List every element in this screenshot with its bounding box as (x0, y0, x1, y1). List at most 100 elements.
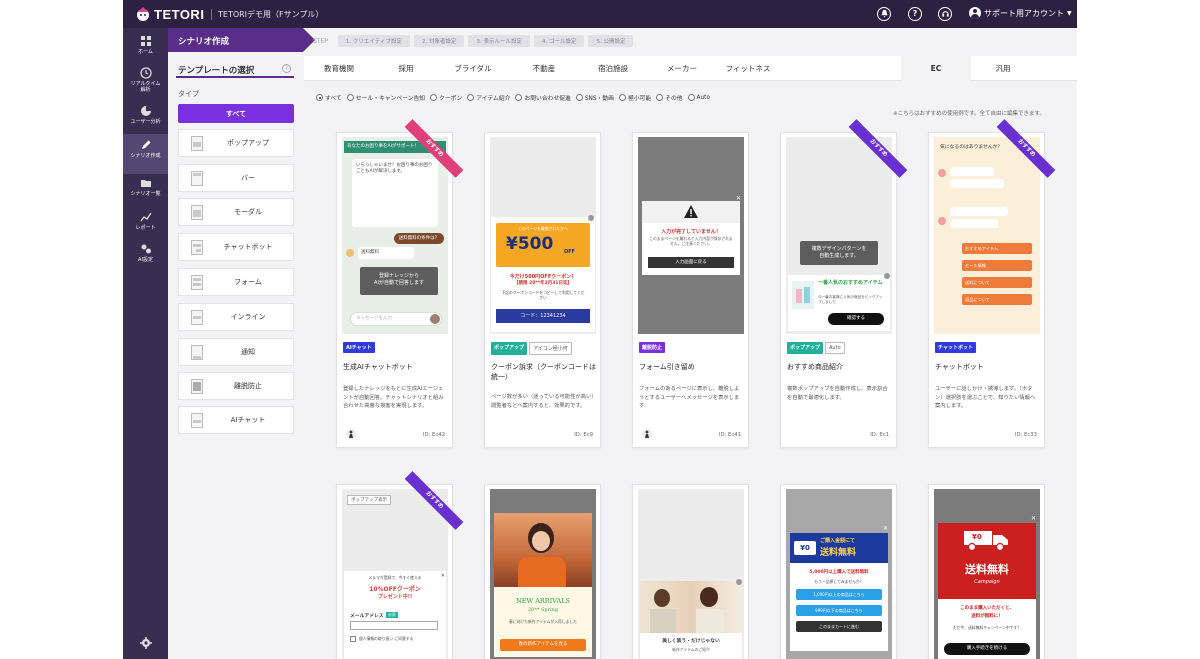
type-modal-button[interactable]: モーダル (178, 198, 294, 226)
project-name[interactable]: TETORIデモ用（Fサンプル） (211, 9, 323, 20)
tab-maker[interactable]: メーカー (647, 56, 717, 81)
tab-recruit[interactable]: 採用 (371, 56, 441, 81)
template-preview: 気になるのはありませんか？ おすすめアイテム セール情報 送料について 返品につ… (934, 137, 1040, 334)
nav-item-ai-settings[interactable]: AI設定 (123, 238, 168, 278)
tag-minimizable: アイコン極小可 (529, 342, 572, 355)
nav-label: ホーム (138, 49, 153, 55)
tag-ai-chat: AIチャット (343, 342, 375, 353)
radio (656, 94, 664, 101)
filter-inquiry[interactable]: お問い合わせ促進 (515, 93, 571, 102)
product-title: 一番人気のおすすめアイテム (818, 280, 883, 286)
preview-greeting: いらっしゃいませ！お困り事のお困りごともAIが解決します。 (352, 159, 438, 227)
filter-other[interactable]: その他 (656, 93, 683, 102)
left-nav: ホーム リアルタイム 解析 ユーザー分析 シナリオ作成 シナリオ一覧 レポート … (123, 28, 168, 659)
top-bar: TETORI TETORIデモ用（Fサンプル） ? サポート用アカウント ▼ (123, 0, 1077, 28)
card-id: ID: Ec41 (718, 432, 741, 438)
email-label: メールアドレス (350, 614, 384, 619)
tab-fitness[interactable]: フィットネス (713, 56, 783, 81)
tab-lodging[interactable]: 宿泊施設 (578, 56, 648, 81)
help-icon[interactable]: ? (282, 64, 291, 73)
campaign-desc: ただ今、送料無料キャンペーン中です！ (952, 625, 1022, 630)
type-bar-button[interactable]: バー (178, 164, 294, 192)
warning-icon (684, 205, 698, 218)
template-card[interactable]: 美しく装う・だけじゃない 新作アイテムのご紹介 (632, 484, 749, 659)
filter-coupon[interactable]: クーポン (430, 93, 462, 102)
coupon-line3: 下記のクーポンコードをコピーして利用してください (501, 290, 585, 300)
template-card[interactable]: NEW ARRIVALS 20** Spring 春に向けた新作アイテムが入荷し… (484, 484, 601, 659)
exit-prevention-thumb-icon (191, 379, 203, 394)
card-footer: ID: Ec41 (639, 429, 745, 441)
template-card[interactable]: 複数デザインパターンを 自動生成します。 一番人気のおすすめアイテム 今一番お客… (780, 119, 908, 448)
template-card[interactable]: このページを離脱された方へ ¥500 OFF 今だけ500円OFFクーポン！ 【… (484, 132, 601, 448)
filter-sale[interactable]: セール・キャンペーン告知 (346, 93, 425, 102)
banner-line: 美しく装う・だけじゃない (662, 639, 720, 644)
filter-all[interactable]: すべて (316, 93, 342, 102)
type-label: バー (241, 174, 255, 182)
card-tags: ポップアップ アイコン極小可 (491, 342, 572, 355)
shipping-line1: ご購入金額にて (820, 538, 856, 544)
notification-bell-icon[interactable] (877, 7, 891, 21)
radio (687, 94, 695, 101)
person-icon (346, 429, 356, 439)
app-window: TETORI TETORIデモ用（Fサンプル） ? サポート用アカウント ▼ ホ… (123, 0, 1077, 659)
tab-real-estate[interactable]: 不動産 (509, 56, 579, 81)
nav-item-realtime[interactable]: リアルタイム 解析 (123, 62, 168, 102)
type-popup-button[interactable]: ポップアップ (178, 129, 294, 157)
radio (515, 94, 523, 101)
line-chart-icon (139, 212, 152, 222)
type-inline-button[interactable]: インライン (178, 303, 294, 331)
nav-label: レポート (135, 225, 156, 231)
template-card[interactable]: ¥0 ご購入金額にて 送料無料 5,000円以上購入で送料無料 もう一品探してみ… (780, 484, 897, 659)
logo[interactable]: TETORI (135, 6, 204, 22)
chat-option: 送料について (962, 277, 1032, 288)
bot-avatar-icon (938, 169, 946, 177)
gear-icon[interactable] (140, 637, 152, 649)
card-id: ID: Ec1 (870, 432, 889, 438)
template-card[interactable]: ✕ 入力が完了していません！ このままページを離れると入力内容が保存されません。… (632, 132, 749, 448)
step-2[interactable]: 2. 対象者設定 (413, 35, 465, 47)
nav-item-scenario-create[interactable]: シナリオ作成 (123, 134, 168, 174)
signup-line1: メルマガ登録で、今すぐ使える (368, 575, 422, 580)
filter-label: クーポン (439, 96, 463, 102)
step-1[interactable]: 1. クリエイティブ設定 (337, 35, 410, 47)
template-card[interactable]: あなたのお困り事をAIがサポート！ いらっしゃいませ！お困り事のお困りごともAI… (336, 119, 464, 448)
chat-option: セール情報 (962, 260, 1032, 271)
tab-ec[interactable]: EC (901, 56, 971, 81)
type-exit-prevention-button[interactable]: 離脱防止 (178, 372, 294, 400)
card-title: フォーム引き留め (639, 363, 695, 371)
card-tags: ポップアップ Auto (787, 342, 845, 354)
type-chatbot-button[interactable]: チャットボット (178, 233, 294, 261)
filter-auto[interactable]: Auto (687, 94, 710, 101)
card-desc: 複数ポップアップを自動作成し、表示割合を自動で最適化します。 (787, 386, 888, 401)
card-desc: 登録したナレッジをもとに生成AIエージェントが自動回答。チャットシナリオと組み合… (343, 386, 444, 409)
nav-label: ユーザー分析 (130, 119, 161, 125)
tab-education[interactable]: 教育機関 (304, 56, 374, 81)
type-all-button[interactable]: すべて (178, 104, 294, 123)
tab-bridal[interactable]: ブライダル (438, 56, 508, 81)
step-4[interactable]: 4. ゴール設定 (533, 35, 585, 47)
template-card[interactable]: ポップアップ表示 メルマガ登録で、今すぐ使える 10%OFFクーポン プレゼント… (336, 471, 464, 659)
filter-minimizable[interactable]: 極小可能 (618, 93, 651, 102)
step-3[interactable]: 3. 表示ルール設定 (468, 35, 530, 47)
tab-general[interactable]: 汎用 (968, 56, 1038, 81)
support-icon[interactable] (938, 7, 952, 21)
shipping-cart-button: このままカートに進む (796, 621, 882, 632)
filter-sns[interactable]: SNS・動画 (575, 93, 614, 102)
help-icon[interactable]: ? (908, 7, 922, 21)
chat-option: おすすめアイテム (962, 243, 1032, 254)
bot-avatar-icon (346, 249, 354, 257)
bot-avatar-icon (938, 217, 946, 225)
step-5[interactable]: 5. 公開設定 (588, 35, 634, 47)
filter-radios: すべて セール・キャンペーン告知 クーポン アイテム紹介 お問い合わせ促進 SN… (316, 93, 710, 102)
template-card[interactable]: 気になるのはありませんか？ おすすめアイテム セール情報 送料について 返品につ… (928, 119, 1056, 448)
type-form-button[interactable]: フォーム (178, 268, 294, 296)
type-notification-button[interactable]: 通知 (178, 338, 294, 366)
account-menu[interactable]: サポート用アカウント ▼ (969, 7, 1072, 19)
card-footer: ID: Ec42 (343, 429, 449, 441)
privacy-check: 個人情報の取り扱い に同意する (359, 636, 414, 641)
send-icon (430, 314, 440, 324)
type-ai-chat-button[interactable]: AIチャット (178, 406, 294, 434)
filter-item[interactable]: アイテム紹介 (467, 93, 510, 102)
template-card[interactable]: ¥0 送料無料 Campaign このまま購入いただくと、 送料が無料に！ ただ… (928, 484, 1045, 659)
shipping-line4: もう一品探してみませんか？ (814, 579, 864, 584)
